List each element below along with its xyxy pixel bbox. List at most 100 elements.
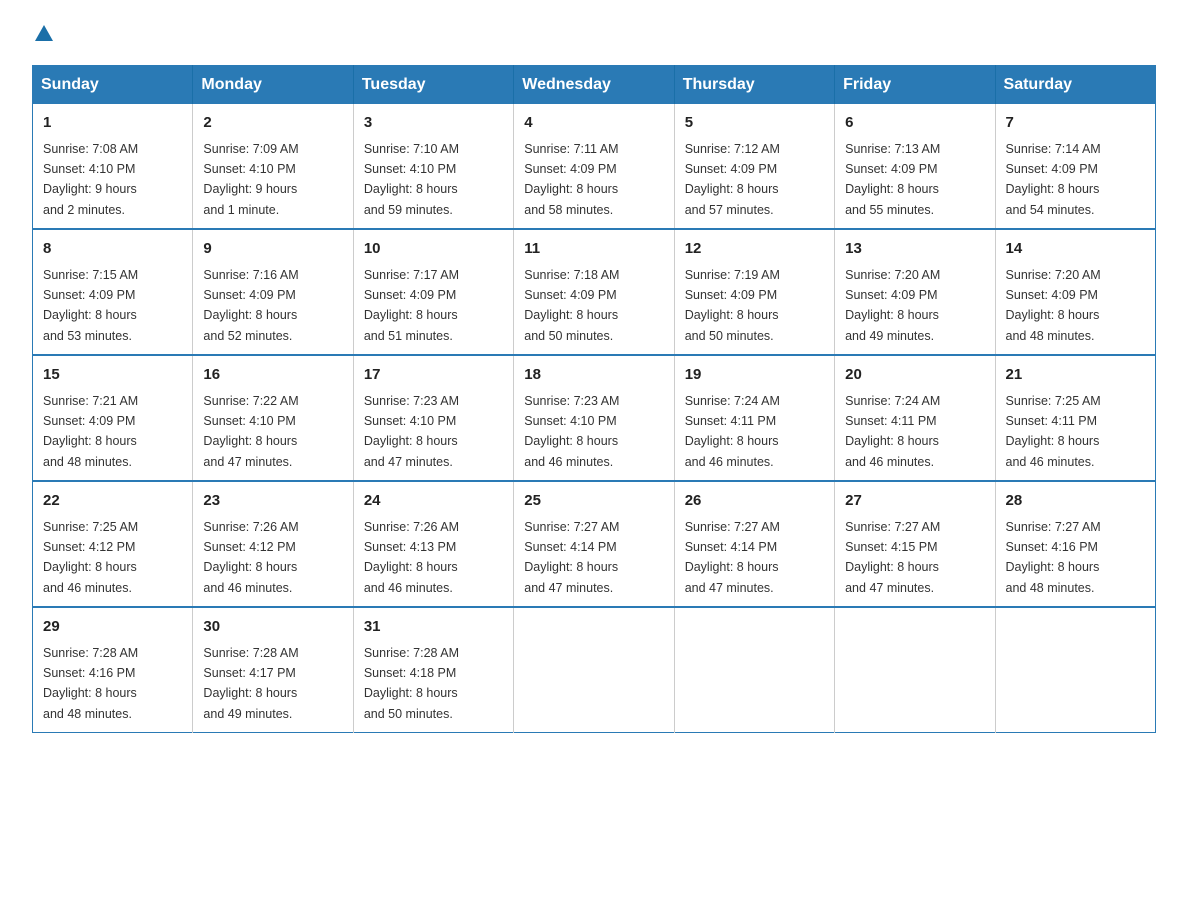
calendar-day-cell: 20 Sunrise: 7:24 AMSunset: 4:11 PMDaylig… xyxy=(835,355,995,481)
day-info: Sunrise: 7:28 AMSunset: 4:17 PMDaylight:… xyxy=(203,646,298,721)
day-number: 29 xyxy=(43,616,182,639)
calendar-day-cell: 12 Sunrise: 7:19 AMSunset: 4:09 PMDaylig… xyxy=(674,229,834,355)
calendar-day-cell: 14 Sunrise: 7:20 AMSunset: 4:09 PMDaylig… xyxy=(995,229,1155,355)
logo xyxy=(32,24,53,45)
day-info: Sunrise: 7:26 AMSunset: 4:12 PMDaylight:… xyxy=(203,520,298,595)
day-number: 14 xyxy=(1006,238,1145,261)
day-info: Sunrise: 7:27 AMSunset: 4:14 PMDaylight:… xyxy=(685,520,780,595)
weekday-header-monday: Monday xyxy=(193,66,353,105)
calendar-body: 1 Sunrise: 7:08 AMSunset: 4:10 PMDayligh… xyxy=(33,104,1156,733)
day-info: Sunrise: 7:13 AMSunset: 4:09 PMDaylight:… xyxy=(845,142,940,217)
calendar-week-row: 15 Sunrise: 7:21 AMSunset: 4:09 PMDaylig… xyxy=(33,355,1156,481)
weekday-header-tuesday: Tuesday xyxy=(353,66,513,105)
day-number: 27 xyxy=(845,490,984,513)
day-number: 17 xyxy=(364,364,503,387)
calendar-day-cell: 13 Sunrise: 7:20 AMSunset: 4:09 PMDaylig… xyxy=(835,229,995,355)
calendar-day-cell: 9 Sunrise: 7:16 AMSunset: 4:09 PMDayligh… xyxy=(193,229,353,355)
day-number: 19 xyxy=(685,364,824,387)
day-info: Sunrise: 7:12 AMSunset: 4:09 PMDaylight:… xyxy=(685,142,780,217)
day-info: Sunrise: 7:20 AMSunset: 4:09 PMDaylight:… xyxy=(1006,268,1101,343)
calendar-day-cell: 27 Sunrise: 7:27 AMSunset: 4:15 PMDaylig… xyxy=(835,481,995,607)
calendar-day-cell: 3 Sunrise: 7:10 AMSunset: 4:10 PMDayligh… xyxy=(353,104,513,229)
calendar-day-cell: 1 Sunrise: 7:08 AMSunset: 4:10 PMDayligh… xyxy=(33,104,193,229)
day-info: Sunrise: 7:17 AMSunset: 4:09 PMDaylight:… xyxy=(364,268,459,343)
day-number: 12 xyxy=(685,238,824,261)
calendar-table: SundayMondayTuesdayWednesdayThursdayFrid… xyxy=(32,65,1156,733)
calendar-day-cell: 31 Sunrise: 7:28 AMSunset: 4:18 PMDaylig… xyxy=(353,607,513,733)
day-number: 2 xyxy=(203,112,342,135)
calendar-day-cell: 6 Sunrise: 7:13 AMSunset: 4:09 PMDayligh… xyxy=(835,104,995,229)
day-info: Sunrise: 7:27 AMSunset: 4:16 PMDaylight:… xyxy=(1006,520,1101,595)
day-info: Sunrise: 7:10 AMSunset: 4:10 PMDaylight:… xyxy=(364,142,459,217)
day-number: 16 xyxy=(203,364,342,387)
weekday-header-saturday: Saturday xyxy=(995,66,1155,105)
day-info: Sunrise: 7:23 AMSunset: 4:10 PMDaylight:… xyxy=(524,394,619,469)
day-info: Sunrise: 7:28 AMSunset: 4:18 PMDaylight:… xyxy=(364,646,459,721)
day-number: 25 xyxy=(524,490,663,513)
day-number: 6 xyxy=(845,112,984,135)
day-info: Sunrise: 7:18 AMSunset: 4:09 PMDaylight:… xyxy=(524,268,619,343)
calendar-day-cell: 22 Sunrise: 7:25 AMSunset: 4:12 PMDaylig… xyxy=(33,481,193,607)
day-number: 22 xyxy=(43,490,182,513)
day-number: 24 xyxy=(364,490,503,513)
day-number: 3 xyxy=(364,112,503,135)
day-info: Sunrise: 7:28 AMSunset: 4:16 PMDaylight:… xyxy=(43,646,138,721)
day-number: 10 xyxy=(364,238,503,261)
day-info: Sunrise: 7:27 AMSunset: 4:14 PMDaylight:… xyxy=(524,520,619,595)
day-info: Sunrise: 7:09 AMSunset: 4:10 PMDaylight:… xyxy=(203,142,298,217)
calendar-day-cell: 15 Sunrise: 7:21 AMSunset: 4:09 PMDaylig… xyxy=(33,355,193,481)
weekday-header-thursday: Thursday xyxy=(674,66,834,105)
calendar-day-cell: 5 Sunrise: 7:12 AMSunset: 4:09 PMDayligh… xyxy=(674,104,834,229)
day-number: 30 xyxy=(203,616,342,639)
calendar-day-cell: 19 Sunrise: 7:24 AMSunset: 4:11 PMDaylig… xyxy=(674,355,834,481)
calendar-day-cell: 4 Sunrise: 7:11 AMSunset: 4:09 PMDayligh… xyxy=(514,104,674,229)
calendar-day-cell: 25 Sunrise: 7:27 AMSunset: 4:14 PMDaylig… xyxy=(514,481,674,607)
calendar-day-cell xyxy=(674,607,834,733)
day-info: Sunrise: 7:22 AMSunset: 4:10 PMDaylight:… xyxy=(203,394,298,469)
day-info: Sunrise: 7:19 AMSunset: 4:09 PMDaylight:… xyxy=(685,268,780,343)
weekday-row: SundayMondayTuesdayWednesdayThursdayFrid… xyxy=(33,66,1156,105)
calendar-day-cell: 16 Sunrise: 7:22 AMSunset: 4:10 PMDaylig… xyxy=(193,355,353,481)
day-info: Sunrise: 7:15 AMSunset: 4:09 PMDaylight:… xyxy=(43,268,138,343)
day-info: Sunrise: 7:08 AMSunset: 4:10 PMDaylight:… xyxy=(43,142,138,217)
calendar-week-row: 8 Sunrise: 7:15 AMSunset: 4:09 PMDayligh… xyxy=(33,229,1156,355)
day-number: 31 xyxy=(364,616,503,639)
calendar-day-cell: 8 Sunrise: 7:15 AMSunset: 4:09 PMDayligh… xyxy=(33,229,193,355)
day-number: 28 xyxy=(1006,490,1145,513)
calendar-header: SundayMondayTuesdayWednesdayThursdayFrid… xyxy=(33,66,1156,105)
calendar-week-row: 22 Sunrise: 7:25 AMSunset: 4:12 PMDaylig… xyxy=(33,481,1156,607)
calendar-day-cell: 24 Sunrise: 7:26 AMSunset: 4:13 PMDaylig… xyxy=(353,481,513,607)
day-info: Sunrise: 7:21 AMSunset: 4:09 PMDaylight:… xyxy=(43,394,138,469)
weekday-header-wednesday: Wednesday xyxy=(514,66,674,105)
calendar-day-cell: 10 Sunrise: 7:17 AMSunset: 4:09 PMDaylig… xyxy=(353,229,513,355)
day-number: 9 xyxy=(203,238,342,261)
day-info: Sunrise: 7:26 AMSunset: 4:13 PMDaylight:… xyxy=(364,520,459,595)
calendar-day-cell: 29 Sunrise: 7:28 AMSunset: 4:16 PMDaylig… xyxy=(33,607,193,733)
day-info: Sunrise: 7:11 AMSunset: 4:09 PMDaylight:… xyxy=(524,142,618,217)
day-number: 4 xyxy=(524,112,663,135)
day-info: Sunrise: 7:23 AMSunset: 4:10 PMDaylight:… xyxy=(364,394,459,469)
calendar-day-cell: 17 Sunrise: 7:23 AMSunset: 4:10 PMDaylig… xyxy=(353,355,513,481)
calendar-day-cell: 26 Sunrise: 7:27 AMSunset: 4:14 PMDaylig… xyxy=(674,481,834,607)
calendar-day-cell xyxy=(995,607,1155,733)
day-info: Sunrise: 7:25 AMSunset: 4:12 PMDaylight:… xyxy=(43,520,138,595)
day-info: Sunrise: 7:16 AMSunset: 4:09 PMDaylight:… xyxy=(203,268,298,343)
weekday-header-friday: Friday xyxy=(835,66,995,105)
page-header xyxy=(32,24,1156,45)
day-number: 8 xyxy=(43,238,182,261)
day-number: 1 xyxy=(43,112,182,135)
calendar-day-cell: 30 Sunrise: 7:28 AMSunset: 4:17 PMDaylig… xyxy=(193,607,353,733)
calendar-day-cell: 18 Sunrise: 7:23 AMSunset: 4:10 PMDaylig… xyxy=(514,355,674,481)
day-number: 20 xyxy=(845,364,984,387)
day-info: Sunrise: 7:27 AMSunset: 4:15 PMDaylight:… xyxy=(845,520,940,595)
day-number: 5 xyxy=(685,112,824,135)
calendar-day-cell: 7 Sunrise: 7:14 AMSunset: 4:09 PMDayligh… xyxy=(995,104,1155,229)
calendar-day-cell: 28 Sunrise: 7:27 AMSunset: 4:16 PMDaylig… xyxy=(995,481,1155,607)
day-number: 23 xyxy=(203,490,342,513)
weekday-header-sunday: Sunday xyxy=(33,66,193,105)
calendar-week-row: 1 Sunrise: 7:08 AMSunset: 4:10 PMDayligh… xyxy=(33,104,1156,229)
day-info: Sunrise: 7:20 AMSunset: 4:09 PMDaylight:… xyxy=(845,268,940,343)
day-info: Sunrise: 7:14 AMSunset: 4:09 PMDaylight:… xyxy=(1006,142,1101,217)
day-number: 13 xyxy=(845,238,984,261)
day-number: 11 xyxy=(524,238,663,261)
